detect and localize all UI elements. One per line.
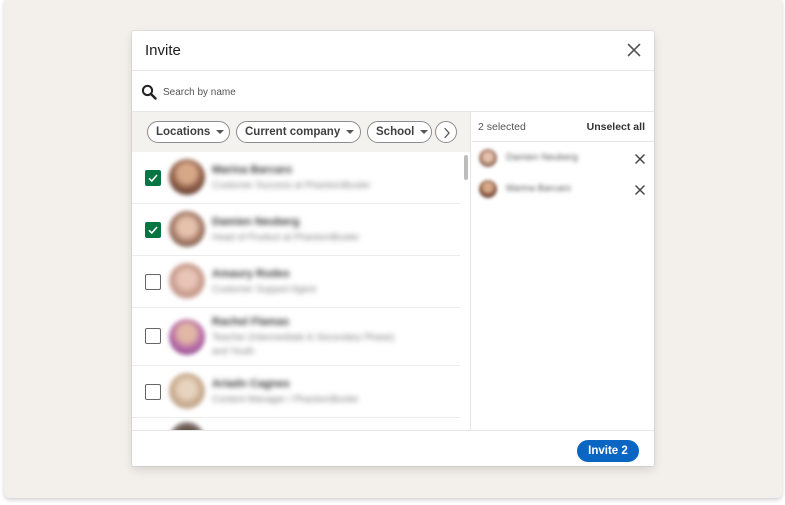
avatar[interactable] — [169, 263, 205, 299]
person-subtitle: Content Manager / PhantomBuster — [212, 394, 359, 405]
person-name[interactable]: Damien Neuberg — [212, 216, 299, 228]
person-name[interactable]: Ariadn Cagnes — [212, 378, 290, 390]
close-icon — [635, 185, 645, 195]
list-item[interactable]: Rachel Flamas Teacher (Intermediate & Se… — [132, 308, 460, 366]
person-checkbox[interactable] — [145, 384, 161, 400]
list-item[interactable]: Marina Barcaro Customer Success at Phant… — [132, 152, 460, 204]
selected-count: 2 selected — [478, 121, 526, 133]
close-icon — [627, 43, 641, 57]
people-list: Marina Barcaro Customer Success at Phant… — [132, 152, 460, 430]
person-checkbox[interactable] — [145, 170, 161, 186]
caret-down-icon — [420, 130, 429, 134]
person-checkbox[interactable] — [145, 222, 161, 238]
filter-school[interactable]: School — [367, 121, 432, 143]
list-item[interactable]: Ariadn Cagnes Content Manager / PhantomB… — [132, 366, 460, 418]
person-subtitle: Teacher (Intermediate & Secondary Phase)… — [212, 332, 395, 357]
remove-selected-button[interactable] — [634, 152, 646, 164]
selected-header: 2 selected Unselect all — [472, 112, 654, 142]
avatar — [479, 180, 497, 198]
person-name[interactable]: Rachel Flamas — [212, 316, 289, 328]
selected-name: Damien Neuberg — [506, 152, 578, 163]
person-name[interactable]: Marina Barcaro — [212, 164, 292, 176]
dialog-footer: Invite 2 — [132, 430, 654, 466]
search-bar — [132, 72, 654, 112]
person-subtitle: Customer Success at PhantomBuster — [212, 180, 371, 191]
filter-label: School — [376, 126, 415, 138]
caret-down-icon — [346, 130, 355, 134]
close-button[interactable] — [625, 41, 643, 59]
avatar[interactable] — [169, 422, 205, 430]
list-item[interactable]: Damien Neuberg Head of Product at Phanto… — [132, 204, 460, 256]
person-subtitle: Customer Support Agent — [212, 284, 317, 295]
filter-bar: Locations Current company School — [132, 112, 470, 152]
close-icon — [635, 154, 645, 164]
people-pane: Locations Current company School Marina … — [132, 112, 471, 430]
person-checkbox[interactable] — [145, 328, 161, 344]
filter-label: Locations — [156, 126, 211, 138]
dialog-title: Invite — [145, 42, 181, 59]
search-input[interactable] — [163, 82, 633, 102]
avatar[interactable] — [169, 319, 205, 355]
list-scrollbar[interactable] — [460, 152, 470, 430]
checkmark-icon — [148, 174, 158, 183]
scrollbar-thumb[interactable] — [464, 155, 468, 180]
selected-item: Marina Barcaro — [472, 174, 654, 204]
caret-down-icon — [216, 130, 225, 134]
list-item[interactable]: Amaury Rodes Customer Support Agent — [132, 256, 460, 308]
person-checkbox[interactable] — [145, 274, 161, 290]
remove-selected-button[interactable] — [634, 183, 646, 195]
avatar[interactable] — [169, 159, 205, 195]
selected-name: Marina Barcaro — [506, 183, 571, 194]
invite-dialog: Invite Locations Current company School — [132, 31, 654, 466]
checkmark-icon — [148, 226, 158, 235]
avatar[interactable] — [169, 373, 205, 409]
avatar — [479, 149, 497, 167]
filter-current-company[interactable]: Current company — [236, 121, 361, 143]
chevron-right-icon — [444, 127, 450, 139]
unselect-all-button[interactable]: Unselect all — [587, 121, 645, 133]
person-subtitle: Head of Product at PhantomBuster — [212, 232, 360, 243]
dialog-header: Invite — [132, 31, 654, 71]
person-name[interactable]: Amaury Rodes — [212, 268, 290, 280]
selected-pane: 2 selected Unselect all Damien Neuberg M… — [472, 112, 654, 430]
filter-locations[interactable]: Locations — [147, 121, 230, 143]
filter-label: Current company — [245, 126, 341, 138]
selected-item: Damien Neuberg — [472, 143, 654, 173]
filters-next-button[interactable] — [435, 121, 457, 143]
search-icon — [141, 84, 157, 100]
avatar[interactable] — [169, 211, 205, 247]
invite-button[interactable]: Invite 2 — [577, 440, 639, 462]
list-item[interactable] — [132, 418, 460, 430]
